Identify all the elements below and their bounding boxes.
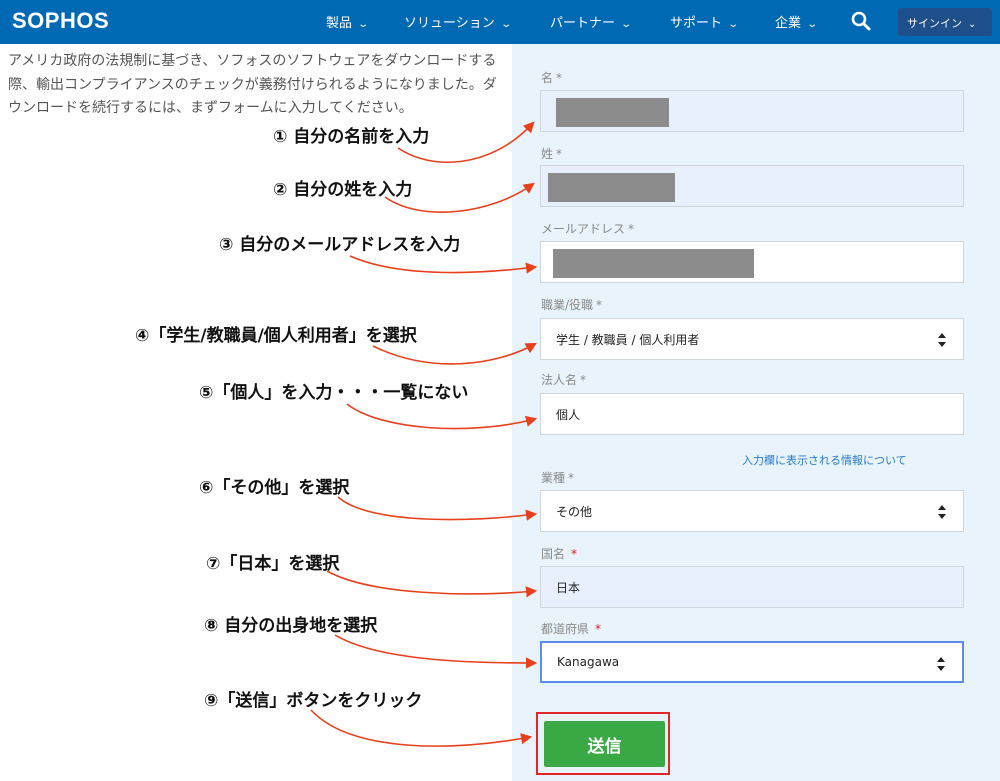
nav-item-products[interactable]: 製品 ⌄	[326, 12, 370, 31]
country-input[interactable]: 日本	[540, 566, 964, 608]
redacted-value	[548, 173, 675, 202]
company-input[interactable]: 個人	[540, 393, 964, 435]
prefecture-select[interactable]: Kanagawa	[540, 641, 964, 683]
signin-button[interactable]: サインイン ⌄	[898, 8, 992, 36]
nav-item-partners[interactable]: パートナー ⌄	[550, 12, 633, 31]
signin-label: サインイン	[907, 17, 962, 30]
nav-item-company[interactable]: 企業 ⌄	[775, 12, 819, 31]
last-name-input[interactable]	[540, 165, 964, 207]
nav-item-label: パートナー	[550, 16, 616, 31]
intro-text: アメリカ政府の法規制に基づき、ソフォスのソフトウェアをダウンロードする際、輸出コ…	[8, 53, 497, 116]
first-name-label: 名 *	[541, 71, 563, 85]
first-name-input[interactable]	[540, 90, 964, 132]
nav-item-label: サポート	[670, 16, 723, 31]
industry-label: 業種 *	[541, 471, 575, 485]
email-input[interactable]	[540, 241, 964, 283]
country-value: 日本	[556, 580, 581, 595]
arrow-step-6	[337, 496, 538, 521]
annotation-step-9: ⑨「送信」ボタンをクリック	[204, 691, 423, 711]
annotation-step-5: ⑤「個人」を入力・・・一覧にない	[199, 383, 469, 403]
arrow-step-3	[349, 255, 538, 274]
annotation-step-8: ⑧ 自分の出身地を選択	[204, 616, 378, 636]
chevron-down-icon: ⌄	[968, 19, 977, 30]
nav-item-label: 企業	[775, 16, 802, 31]
company-label: 法人名 *	[541, 373, 587, 387]
annotation-step-1: ① 自分の名前を入力	[273, 127, 430, 147]
company-value: 個人	[556, 407, 581, 422]
country-label: 国名 *	[541, 547, 578, 561]
select-arrows-icon	[937, 657, 945, 671]
chevron-down-icon: ⌄	[357, 19, 370, 30]
annotation-step-3: ③ 自分のメールアドレスを入力	[219, 235, 461, 255]
annotation-step-4: ④「学生/教職員/個人利用者」を選択	[135, 326, 417, 346]
industry-select[interactable]: その他	[540, 490, 964, 532]
arrow-step-5	[346, 403, 538, 430]
prefecture-value: Kanagawa	[557, 655, 620, 669]
job-role-select[interactable]: 学生 / 教職員 / 個人利用者	[540, 318, 964, 360]
submit-button[interactable]: 送信	[544, 721, 665, 767]
nav-item-solutions[interactable]: ソリューション ⌄	[404, 12, 512, 31]
job-role-label: 職業/役職 *	[541, 298, 603, 312]
industry-value: その他	[556, 504, 593, 519]
arrow-step-8	[334, 634, 538, 669]
nav-item-label: ソリューション	[404, 16, 495, 31]
info-link[interactable]: 入力欄に表示される情報について	[742, 452, 907, 468]
chevron-down-icon: ⌄	[727, 19, 740, 30]
redacted-value	[553, 249, 754, 278]
chevron-down-icon: ⌄	[620, 19, 633, 30]
annotation-step-7: ⑦「日本」を選択	[206, 554, 340, 574]
last-name-label: 姓 *	[541, 147, 563, 161]
annotation-step-6: ⑥「その他」を選択	[199, 478, 350, 498]
arrow-step-7	[326, 570, 538, 598]
select-arrows-icon	[938, 505, 946, 519]
email-label: メールアドレス *	[541, 222, 635, 236]
arrow-step-4	[372, 342, 537, 365]
nav-item-label: 製品	[326, 16, 353, 31]
arrow-step-9	[310, 709, 533, 747]
prefecture-label: 都道府県 *	[541, 622, 602, 636]
top-navigation-bar: SOPHOS 製品 ⌄ ソリューション ⌄ パートナー ⌄ サポート ⌄ 企業 ⌄ サイン…	[0, 0, 1000, 44]
chevron-down-icon: ⌄	[806, 19, 819, 30]
nav-item-support[interactable]: サポート ⌄	[670, 12, 740, 31]
redacted-value	[556, 98, 669, 127]
select-arrows-icon	[938, 333, 946, 347]
chevron-down-icon: ⌄	[500, 19, 512, 30]
submit-label: 送信	[587, 736, 622, 757]
search-icon[interactable]	[850, 10, 872, 32]
job-role-value: 学生 / 教職員 / 個人利用者	[556, 332, 700, 347]
annotation-step-2: ② 自分の姓を入力	[273, 180, 413, 200]
sophos-logo[interactable]: SOPHOS	[12, 8, 109, 34]
